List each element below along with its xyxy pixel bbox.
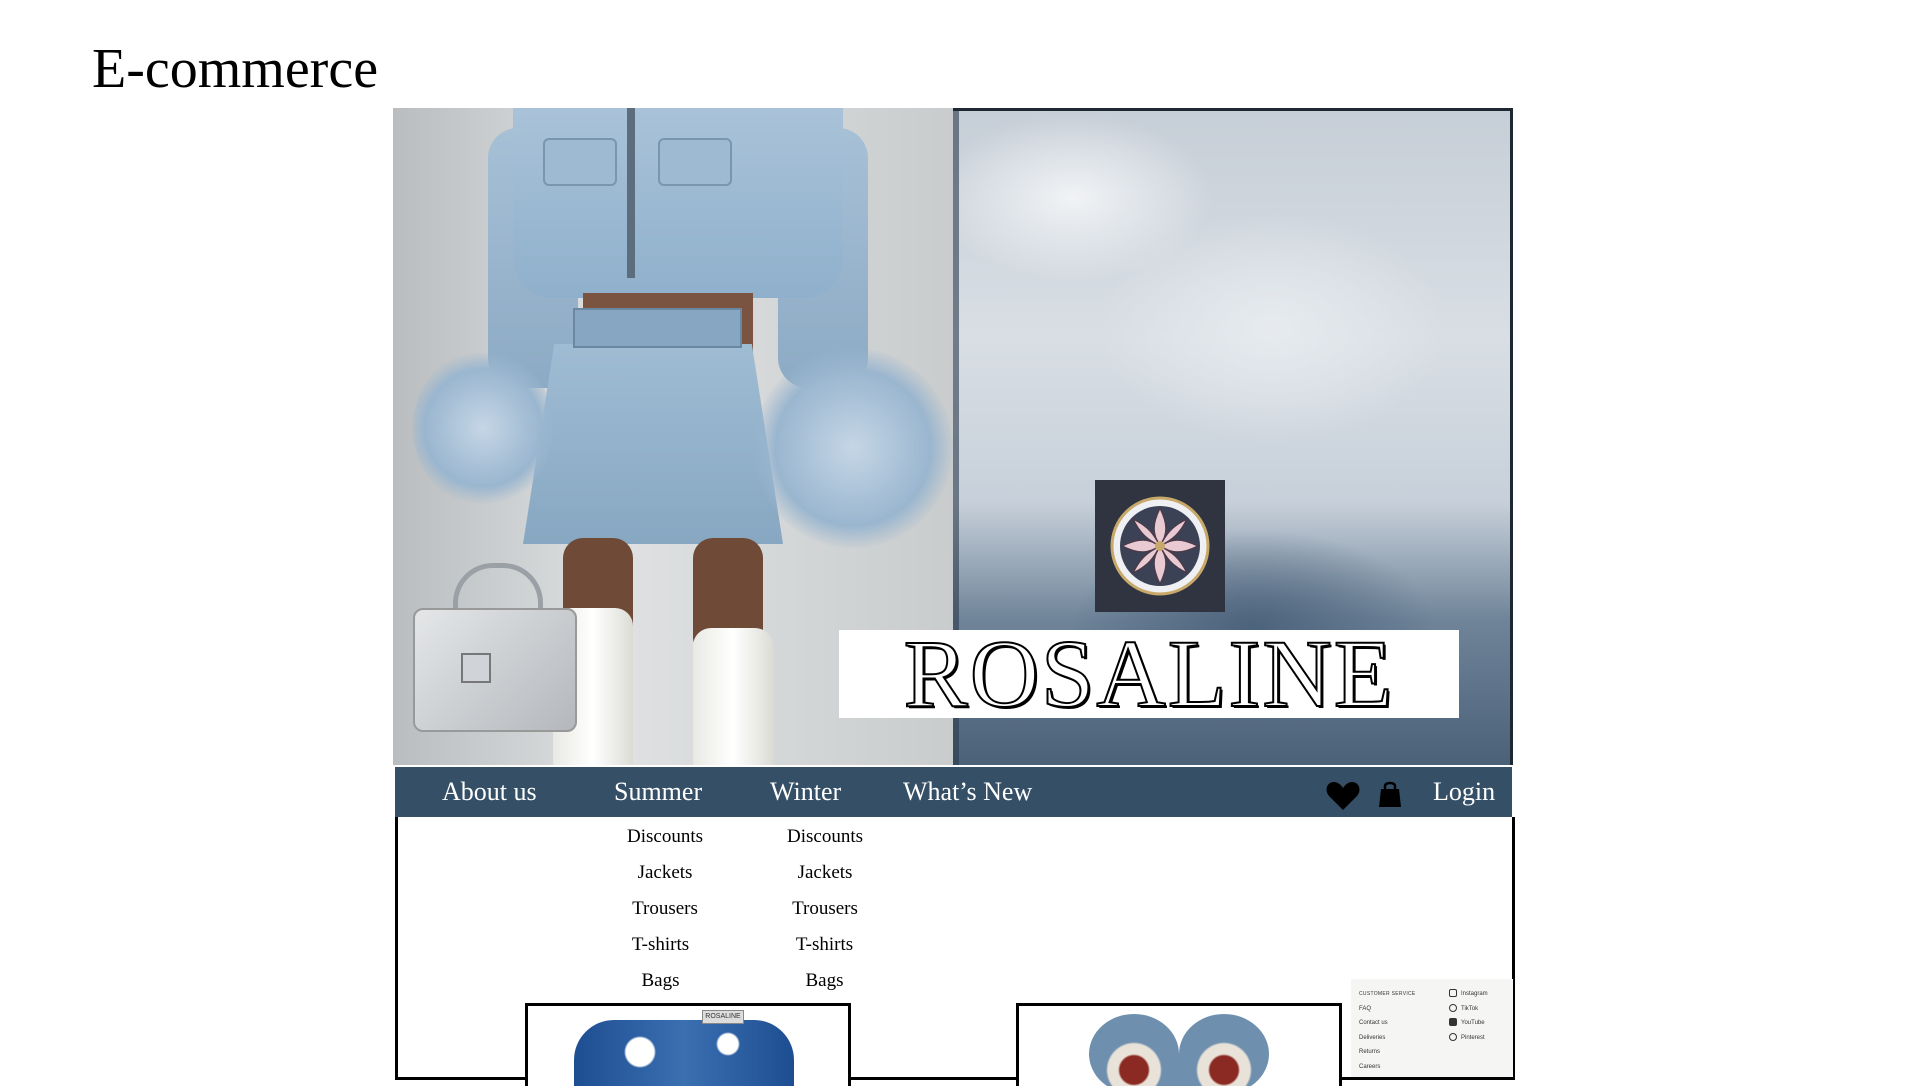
instagram-icon <box>1449 989 1457 998</box>
denim-skirt <box>523 344 783 544</box>
login-link[interactable]: Login <box>1433 767 1495 817</box>
shirt-brand-tag: ROSALINE <box>702 1010 744 1024</box>
pinterest-icon <box>1449 1032 1457 1041</box>
social-instagram[interactable]: Instagram <box>1449 987 1488 1002</box>
customer-service-links: CUSTOMER SERVICE FAQ Contact us Deliveri… <box>1359 987 1416 1074</box>
summer-jackets[interactable]: Jackets <box>595 855 735 891</box>
jacket-pocket-left <box>543 138 617 186</box>
customer-service-heading: CUSTOMER SERVICE <box>1359 991 1416 997</box>
summer-tshirts[interactable]: T-shirts <box>586 927 735 963</box>
feather-cuff-left <box>413 348 553 508</box>
product-card-butterfly[interactable] <box>1016 1003 1342 1086</box>
youtube-icon <box>1449 1018 1457 1027</box>
website-mockup: ROSALINE About us Summer Winter What’s N… <box>393 108 1515 1086</box>
summer-trousers[interactable]: Trousers <box>595 891 735 927</box>
jacket-pocket-right <box>658 138 732 186</box>
footer-link-deliveries[interactable]: Deliveries <box>1359 1031 1416 1046</box>
product-card-tie-dye-top[interactable]: ROSALINE <box>525 1003 851 1086</box>
brand-name: ROSALINE <box>903 630 1395 718</box>
handbag-clasp <box>461 653 491 683</box>
hero-border <box>953 108 1513 111</box>
instagram-label: Instagram <box>1461 991 1488 997</box>
footer-link-returns[interactable]: Returns <box>1359 1045 1416 1060</box>
winter-discounts[interactable]: Discounts <box>755 819 895 855</box>
social-youtube[interactable]: YouTube <box>1449 1016 1488 1031</box>
tiktok-label: TikTok <box>1461 1005 1479 1012</box>
brand-logo[interactable] <box>1095 480 1225 612</box>
pinterest-label: Pinterest <box>1461 1034 1485 1041</box>
white-boot-right <box>693 628 773 765</box>
heart-icon[interactable] <box>1325 780 1361 812</box>
winter-bags[interactable]: Bags <box>754 963 895 999</box>
winter-trousers[interactable]: Trousers <box>755 891 895 927</box>
shopping-bag-icon[interactable] <box>1378 780 1402 808</box>
summer-bags[interactable]: Bags <box>586 963 735 999</box>
tiktok-icon <box>1449 1003 1457 1012</box>
nav-summer[interactable]: Summer <box>614 767 702 817</box>
lotus-mandala-icon <box>1110 496 1210 596</box>
denim-jacket <box>513 108 843 298</box>
winter-jackets[interactable]: Jackets <box>755 855 895 891</box>
footer-link-contact[interactable]: Contact us <box>1359 1016 1416 1031</box>
summer-dropdown: Discounts Jackets Trousers T-shirts Bags <box>595 819 735 999</box>
brand-wordmark: ROSALINE <box>839 630 1459 718</box>
footer-link-careers[interactable]: Careers <box>1359 1060 1416 1075</box>
summer-discounts[interactable]: Discounts <box>595 819 735 855</box>
social-pinterest[interactable]: Pinterest <box>1449 1031 1488 1046</box>
skirt-belt <box>573 308 742 348</box>
slide-title: E-commerce <box>92 38 379 100</box>
hero-banner: ROSALINE <box>393 108 1513 765</box>
nav-about-us[interactable]: About us <box>442 767 537 817</box>
nav-whats-new[interactable]: What’s New <box>903 767 1032 817</box>
butterfly-wing-left <box>1089 1014 1179 1086</box>
winter-tshirts[interactable]: T-shirts <box>754 927 895 963</box>
social-links: Instagram TikTok YouTube Pinterest <box>1449 987 1488 1045</box>
content-area: Discounts Jackets Trousers T-shirts Bags… <box>395 817 1515 1086</box>
social-tiktok[interactable]: TikTok <box>1449 1002 1488 1017</box>
footer-link-faq[interactable]: FAQ <box>1359 1002 1416 1017</box>
tie-dye-top-image <box>574 1020 794 1086</box>
youtube-label: YouTube <box>1461 1020 1485 1026</box>
silver-handbag <box>413 608 577 732</box>
feather-cuff-right <box>753 348 953 548</box>
footer-links-panel: CUSTOMER SERVICE FAQ Contact us Deliveri… <box>1351 979 1513 1077</box>
jacket-zip <box>627 108 635 278</box>
butterfly-wing-right <box>1179 1014 1269 1086</box>
winter-dropdown: Discounts Jackets Trousers T-shirts Bags <box>755 819 895 999</box>
main-navigation: About us Summer Winter What’s New Login <box>395 767 1512 817</box>
nav-winter[interactable]: Winter <box>770 767 841 817</box>
